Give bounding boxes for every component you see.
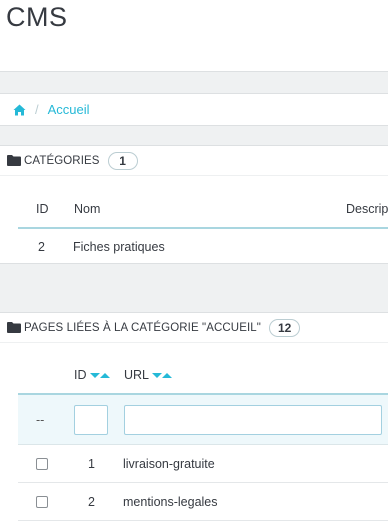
pages-header-row: ID URL bbox=[18, 357, 388, 395]
row-url[interactable]: livraison-gratuite bbox=[123, 445, 215, 482]
sort-asc-icon[interactable] bbox=[162, 372, 173, 379]
table-row[interactable]: 2 mentions-legales bbox=[18, 483, 388, 521]
column-header-url: URL bbox=[124, 357, 173, 393]
breadcrumb-current[interactable]: Accueil bbox=[48, 102, 90, 117]
table-row[interactable]: 2 Fiches pratiques bbox=[18, 229, 388, 265]
url-filter-cell bbox=[124, 395, 382, 444]
categories-title: Catégories bbox=[24, 154, 100, 167]
bulk-placeholder: -- bbox=[36, 412, 45, 427]
id-filter-cell bbox=[74, 395, 108, 444]
breadcrumb: / Accueil bbox=[0, 93, 388, 126]
sort-desc-icon[interactable] bbox=[152, 372, 163, 379]
url-filter-input[interactable] bbox=[124, 404, 382, 435]
table-row[interactable]: 1 livraison-gratuite bbox=[18, 445, 388, 483]
sort-arrows bbox=[89, 372, 110, 379]
page-title: CMS bbox=[6, 2, 68, 32]
filter-row: -- bbox=[18, 395, 388, 445]
folder-icon bbox=[7, 155, 24, 166]
pages-title: Pages liées à la catégorie "Accueil" bbox=[24, 321, 261, 334]
row-checkbox-cell bbox=[36, 445, 48, 482]
row-url[interactable]: mentions-legales bbox=[123, 483, 218, 520]
breadcrumb-separator: / bbox=[35, 102, 39, 117]
row-checkbox[interactable] bbox=[36, 457, 48, 470]
row-id: 2 bbox=[38, 240, 45, 254]
column-header-id[interactable]: ID bbox=[36, 191, 49, 227]
categories-header-row: ID Nom Descrip bbox=[18, 191, 388, 229]
row-checkbox[interactable] bbox=[36, 495, 48, 508]
column-header-id: ID bbox=[74, 357, 110, 393]
home-icon[interactable] bbox=[13, 104, 26, 116]
categories-panel-heading: Catégories 1 bbox=[0, 146, 388, 176]
row-id: 1 bbox=[88, 456, 95, 471]
id-filter-input[interactable] bbox=[74, 404, 108, 435]
column-header-url-label[interactable]: URL bbox=[124, 368, 149, 382]
pages-panel: Pages liées à la catégorie "Accueil" 1 2 … bbox=[0, 312, 388, 523]
column-header-description[interactable]: Descrip bbox=[346, 191, 388, 227]
sort-asc-icon[interactable] bbox=[99, 372, 110, 379]
row-checkbox-cell bbox=[36, 483, 48, 520]
pages-panel-heading: Pages liées à la catégorie "Accueil" 12 bbox=[0, 313, 388, 343]
column-header-name[interactable]: Nom bbox=[74, 191, 100, 227]
pages-count-badge: 12 bbox=[268, 318, 301, 337]
row-name[interactable]: Fiches pratiques bbox=[73, 229, 165, 265]
folder-icon bbox=[7, 322, 24, 333]
column-header-id-label[interactable]: ID bbox=[74, 368, 87, 382]
page-header: CMS bbox=[0, 0, 388, 72]
row-id: 2 bbox=[88, 494, 95, 509]
sort-desc-icon[interactable] bbox=[89, 372, 100, 379]
sort-arrows bbox=[152, 372, 173, 379]
categories-count-badge: 1 bbox=[107, 151, 138, 170]
categories-panel: Catégories 1 ID Nom Descrip 2 Fiches pra… bbox=[0, 145, 388, 264]
